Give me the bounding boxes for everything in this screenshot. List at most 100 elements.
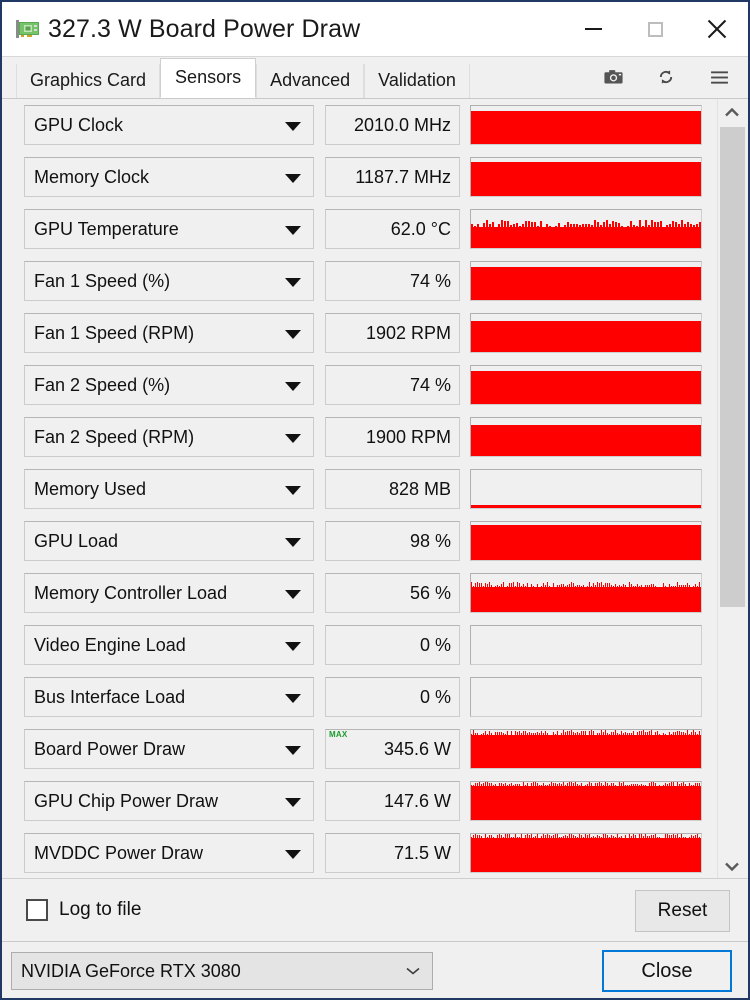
sensor-graph-fill — [471, 321, 701, 352]
sensor-value-text: 98 % — [409, 530, 451, 551]
sensor-value-cell: 0 % — [325, 625, 460, 665]
sensor-graph[interactable] — [470, 365, 702, 405]
close-button[interactable]: Close — [602, 950, 732, 992]
sensor-name-dropdown[interactable]: Video Engine Load — [24, 625, 314, 665]
window-title: 327.3 W Board Power Draw — [48, 14, 361, 43]
sensor-graph-fill — [471, 425, 701, 456]
sensor-name-dropdown[interactable]: GPU Clock — [24, 105, 314, 145]
sensor-graph[interactable] — [470, 417, 702, 457]
caption-button-group — [562, 2, 748, 56]
camera-icon[interactable] — [602, 66, 624, 88]
sensor-name-dropdown[interactable]: Memory Used — [24, 469, 314, 509]
sensor-value-cell: 62.0 °C — [325, 209, 460, 249]
sensor-graph[interactable] — [470, 105, 702, 145]
sensor-value-text: 0 % — [419, 686, 451, 707]
scroll-down-arrow-icon[interactable] — [718, 853, 746, 879]
tab-validation[interactable]: Validation — [364, 64, 470, 99]
menu-icon[interactable] — [708, 66, 730, 88]
sensor-name-dropdown[interactable]: Fan 1 Speed (%) — [24, 261, 314, 301]
sensor-name-dropdown[interactable]: Bus Interface Load — [24, 677, 314, 717]
chevron-down-icon[interactable] — [285, 278, 301, 287]
sensor-graph[interactable] — [470, 625, 702, 665]
chevron-down-icon[interactable] — [285, 850, 301, 859]
sensor-name-dropdown[interactable]: GPU Chip Power Draw — [24, 781, 314, 821]
chevron-down-icon[interactable] — [285, 798, 301, 807]
scrollbar-thumb[interactable] — [720, 127, 745, 607]
sensor-value-text: 74 % — [409, 374, 451, 395]
chevron-down-icon[interactable] — [285, 330, 301, 339]
sensor-graph-fill — [471, 162, 701, 196]
sensor-name-label: Video Engine Load — [34, 634, 186, 655]
close-window-button[interactable] — [686, 2, 748, 56]
log-to-file-control[interactable]: Log to file — [26, 899, 141, 921]
bottom-bar: NVIDIA GeForce RTX 3080 Close — [2, 941, 748, 998]
sensor-name-label: Memory Clock — [34, 166, 150, 187]
chevron-down-icon[interactable] — [285, 694, 301, 703]
tab-graphics-card[interactable]: Graphics Card — [16, 64, 161, 99]
chevron-down-icon[interactable] — [285, 642, 301, 651]
sensor-value-cell: MAX 345.6 W — [325, 729, 460, 769]
sensor-graph[interactable] — [470, 521, 702, 561]
scroll-up-arrow-icon[interactable] — [718, 99, 746, 125]
sensor-name-dropdown[interactable]: MVDDC Power Draw — [24, 833, 314, 873]
minimize-button[interactable] — [562, 2, 624, 56]
sensor-graph[interactable] — [470, 209, 702, 249]
sensor-row: Fan 1 Speed (%) 74 % — [2, 255, 710, 307]
sensor-graph[interactable] — [470, 833, 702, 873]
refresh-icon[interactable] — [655, 66, 677, 88]
graphics-card-icon — [16, 20, 39, 38]
sensor-graph-fill — [471, 111, 701, 144]
sensor-row: Bus Interface Load 0 % — [2, 671, 710, 723]
sensor-graph[interactable] — [470, 157, 702, 197]
sensor-list-scrollbar[interactable] — [717, 99, 746, 879]
sensor-value-text: 345.6 W — [383, 738, 451, 759]
chevron-down-icon[interactable] — [285, 538, 301, 547]
sensor-graph[interactable] — [470, 729, 702, 769]
chevron-down-icon[interactable] — [285, 486, 301, 495]
sensor-graph[interactable] — [470, 469, 702, 509]
sensor-value-cell: 1902 RPM — [325, 313, 460, 353]
sensor-name-dropdown[interactable]: Memory Controller Load — [24, 573, 314, 613]
sensor-name-label: Fan 1 Speed (RPM) — [34, 322, 195, 343]
tab-advanced[interactable]: Advanced — [256, 64, 365, 99]
sensor-value-text: 828 MB — [388, 478, 451, 499]
max-badge: MAX — [329, 730, 348, 739]
sensor-name-dropdown[interactable]: GPU Temperature — [24, 209, 314, 249]
sensor-name-dropdown[interactable]: Fan 2 Speed (RPM) — [24, 417, 314, 457]
chevron-down-icon[interactable] — [285, 434, 301, 443]
sensor-name-label: Fan 2 Speed (RPM) — [34, 426, 195, 447]
log-to-file-checkbox[interactable] — [26, 899, 48, 921]
sensor-row: Memory Used 828 MB — [2, 463, 710, 515]
sensor-value-cell: 98 % — [325, 521, 460, 561]
title-bar: 327.3 W Board Power Draw — [2, 2, 748, 56]
sensor-name-dropdown[interactable]: Fan 1 Speed (RPM) — [24, 313, 314, 353]
maximize-button[interactable] — [624, 2, 686, 56]
sensor-graph[interactable] — [470, 677, 702, 717]
sensor-row: Fan 2 Speed (%) 74 % — [2, 359, 710, 411]
minimize-icon — [584, 28, 602, 30]
sensor-row: Board Power Draw MAX 345.6 W — [2, 723, 710, 775]
chevron-down-icon[interactable] — [285, 382, 301, 391]
chevron-down-icon[interactable] — [285, 590, 301, 599]
chevron-down-icon[interactable] — [285, 226, 301, 235]
sensor-value-cell: 0 % — [325, 677, 460, 717]
sensor-row: Fan 2 Speed (RPM) 1900 RPM — [2, 411, 710, 463]
reset-button[interactable]: Reset — [635, 890, 730, 932]
tab-sensors[interactable]: Sensors — [160, 58, 257, 98]
sensor-name-dropdown[interactable]: GPU Load — [24, 521, 314, 561]
sensor-graph[interactable] — [470, 261, 702, 301]
sensor-name-dropdown[interactable]: Memory Clock — [24, 157, 314, 197]
sensor-graph[interactable] — [470, 781, 702, 821]
sensor-name-dropdown[interactable]: Fan 2 Speed (%) — [24, 365, 314, 405]
sensor-graph-fill — [471, 227, 701, 248]
chevron-down-icon[interactable] — [285, 174, 301, 183]
sensor-graph[interactable] — [470, 313, 702, 353]
sensor-name-dropdown[interactable]: Board Power Draw — [24, 729, 314, 769]
chevron-down-icon[interactable] — [285, 746, 301, 755]
gpu-select-dropdown[interactable]: NVIDIA GeForce RTX 3080 — [11, 952, 433, 990]
maximize-icon — [647, 21, 663, 37]
sensor-graph[interactable] — [470, 573, 702, 613]
sensor-value-cell: 1900 RPM — [325, 417, 460, 457]
chevron-down-icon[interactable] — [285, 122, 301, 131]
sensor-graph-fill — [471, 587, 701, 612]
